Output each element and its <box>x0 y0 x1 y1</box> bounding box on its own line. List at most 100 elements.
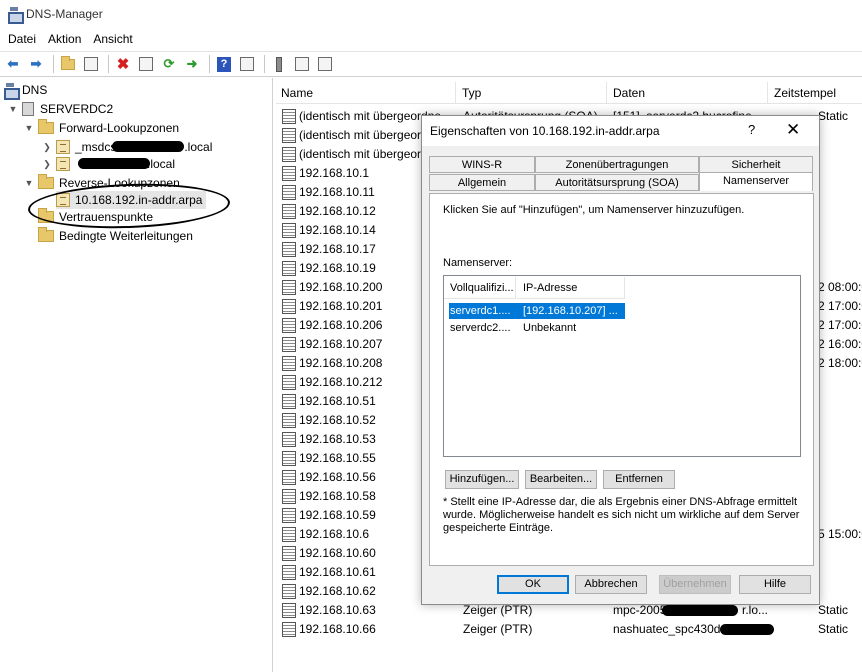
zone-icon <box>56 157 70 171</box>
record-timestamp: 2 17:00:0 <box>818 318 862 332</box>
record-type: Zeiger (PTR) <box>463 622 533 636</box>
record-timestamp: 2 08:00:0 <box>818 280 862 294</box>
tab-general[interactable]: Allgemein <box>429 174 535 191</box>
record-icon <box>282 280 296 295</box>
toolbar: ⬅ ➡ ✖ ⟳ ➜ ? <box>0 51 862 77</box>
column-header-data[interactable]: Daten <box>608 82 768 104</box>
tree-node-forward-zones[interactable]: ▼ Forward-Lookupzonen <box>24 119 179 137</box>
ns-column-ip[interactable]: IP-Adresse <box>517 277 625 299</box>
record-data-suffix: r.lo... <box>742 603 769 617</box>
up-folder-icon[interactable] <box>58 54 78 74</box>
nameserver-row-selected[interactable]: serverdc1.... [192.168.10.207] ... <box>449 303 625 319</box>
record-icon <box>282 413 296 428</box>
ns-fqdn: serverdc1.... <box>450 305 511 317</box>
record-name: 192.168.10.63 <box>299 603 376 617</box>
back-arrow-icon[interactable]: ⬅ <box>3 54 23 74</box>
tree-label-dns: DNS <box>22 83 48 97</box>
record-icon <box>282 242 296 257</box>
refresh-icon[interactable]: ⟳ <box>159 54 179 74</box>
chevron-right-icon[interactable]: ❯ <box>42 142 52 153</box>
tab-wins-r[interactable]: WINS-R <box>429 156 535 173</box>
chevron-down-icon[interactable]: ▼ <box>8 104 18 114</box>
chevron-down-icon[interactable]: ▼ <box>24 178 34 188</box>
nameserver-row[interactable]: serverdc2.... Unbekannt <box>449 320 625 336</box>
close-icon[interactable]: ✕ <box>786 120 800 140</box>
ns-fqdn: serverdc2.... <box>450 322 511 334</box>
record-data: nashuatec_spc430dn <box>613 622 728 636</box>
toolbar-separator <box>108 55 109 73</box>
tree-label-msdcs: _msdcs <box>75 140 117 154</box>
record-icon <box>282 527 296 542</box>
ns-ip: Unbekannt <box>523 322 577 334</box>
dns-icon <box>4 83 20 100</box>
record-name: 192.168.10.56 <box>299 470 376 484</box>
ok-button[interactable]: OK <box>497 575 569 594</box>
record-icon <box>282 204 296 219</box>
record-icon <box>282 622 296 637</box>
record-name: 192.168.10.12 <box>299 204 376 218</box>
record-name: 192.168.10.14 <box>299 223 376 237</box>
cancel-button[interactable]: Abbrechen <box>575 575 647 594</box>
menu-aktion[interactable]: Aktion <box>42 32 87 46</box>
add-nameserver-button[interactable]: Hinzufügen... <box>445 470 519 489</box>
record-name: 192.168.10.53 <box>299 432 376 446</box>
record-icon <box>282 489 296 504</box>
chevron-down-icon[interactable]: ▼ <box>24 123 34 133</box>
tree-node-reverse-zones[interactable]: ▼ Reverse-Lookupzonen <box>24 174 180 192</box>
show-hide-tree-icon[interactable] <box>81 54 101 74</box>
record-icon <box>282 109 296 124</box>
tab-soa[interactable]: Autoritätsursprung (SOA) <box>535 174 699 191</box>
record-name: 192.168.10.58 <box>299 489 376 503</box>
tab-zone-transfers[interactable]: Zonenübertragungen <box>535 156 699 173</box>
chevron-right-icon[interactable]: ❯ <box>42 159 52 170</box>
edit-nameserver-button[interactable]: Bearbeiten... <box>525 470 597 489</box>
title-bar: DNS-Manager <box>0 0 862 28</box>
record-icon <box>282 584 296 599</box>
help-button[interactable]: Hilfe <box>739 575 811 594</box>
records-icon[interactable] <box>292 54 312 74</box>
tree-label-forward-zones: Forward-Lookupzonen <box>59 121 180 135</box>
record-name: 192.168.10.17 <box>299 242 376 256</box>
tree-label-msdcs-suffix: .local <box>184 140 213 154</box>
column-header-timestamp[interactable]: Zeitstempel <box>769 82 862 104</box>
apply-button[interactable]: Übernehmen <box>659 575 731 594</box>
record-name: 192.168.10.212 <box>299 375 383 389</box>
redaction-mark <box>78 158 150 169</box>
tree-node-trust-points[interactable]: Vertrauenspunkte <box>38 208 153 226</box>
ns-column-fqdn[interactable]: Vollqualifizi... <box>444 277 516 299</box>
tab-nameservers[interactable]: Namenserver <box>699 172 813 191</box>
tree-label-server: SERVERDC2 <box>40 102 114 116</box>
tree-node-dns[interactable]: DNS <box>4 81 48 100</box>
record-name: 192.168.10.200 <box>299 280 383 294</box>
nameserver-listbox[interactable]: Vollqualifizi... IP-Adresse serverdc1...… <box>443 275 801 457</box>
record-timestamp: 2 18:00:0 <box>818 356 862 370</box>
record-timestamp: 5 15:00:0 <box>818 527 862 541</box>
record-name: 192.168.10.1 <box>299 166 370 180</box>
server-icon[interactable] <box>269 54 289 74</box>
copy-records-icon[interactable] <box>315 54 335 74</box>
forward-arrow-icon[interactable]: ➡ <box>26 54 46 74</box>
menu-datei[interactable]: Datei <box>2 32 42 46</box>
menu-bar: Datei Aktion Ansicht <box>0 28 862 50</box>
tree-node-reverse-zone-selected[interactable]: 10.168.192.in-addr.arpa <box>56 191 207 209</box>
delete-icon[interactable]: ✖ <box>113 54 133 74</box>
tab-security[interactable]: Sicherheit <box>699 156 813 173</box>
help-icon[interactable]: ? <box>214 54 234 74</box>
record-data: mpc-2005 <box>613 603 667 617</box>
mmc-pane-icon[interactable] <box>237 54 257 74</box>
menu-ansicht[interactable]: Ansicht <box>87 32 138 46</box>
list-header: Name Typ Daten Zeitstempel <box>276 82 862 104</box>
table-row[interactable]: 192.168.10.66 Zeiger (PTR) nashuatec_spc43… <box>276 620 862 639</box>
tree-node-server[interactable]: ▼ SERVERDC2 <box>8 100 113 118</box>
record-icon <box>282 565 296 580</box>
record-icon <box>282 356 296 371</box>
toolbar-separator <box>264 55 265 73</box>
properties-icon[interactable] <box>136 54 156 74</box>
column-header-name[interactable]: Name <box>276 82 456 104</box>
remove-nameserver-button[interactable]: Entfernen <box>603 470 675 489</box>
tree-node-conditional-forwarders[interactable]: Bedingte Weiterleitungen <box>38 227 193 245</box>
export-list-icon[interactable]: ➜ <box>182 54 202 74</box>
column-header-type[interactable]: Typ <box>457 82 607 104</box>
footnote-text: * Stellt eine IP-Adresse dar, die als Er… <box>443 496 800 534</box>
help-question-icon[interactable]: ? <box>748 122 755 137</box>
